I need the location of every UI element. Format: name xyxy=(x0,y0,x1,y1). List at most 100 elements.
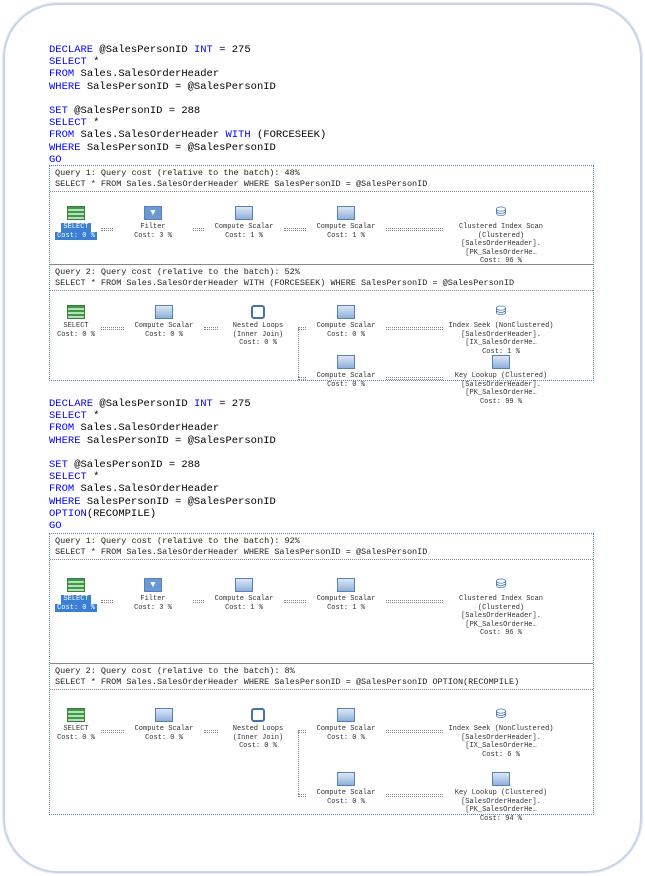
node-label: Compute Scalar xyxy=(316,223,376,231)
compute-scalar-icon xyxy=(337,355,355,369)
plan-node-compute-scalar[interactable]: Compute Scalar Cost: 0 % xyxy=(281,305,411,339)
code-line: DECLARE @SalesPersonID INT = 275 xyxy=(49,44,326,56)
plan-node-compute-scalar[interactable]: Compute Scalar Cost: 0 % xyxy=(281,708,411,742)
node-label: Compute Scalar xyxy=(316,789,376,797)
sql-keyword: GO xyxy=(49,519,62,532)
node-cost: Cost: 0 % xyxy=(327,380,365,389)
sql-text: * xyxy=(86,117,100,130)
compute-scalar-icon xyxy=(235,206,253,220)
nested-loops-icon xyxy=(251,305,265,319)
node-label: SELECT xyxy=(63,322,89,330)
query-plan-section: Query 1: Query cost (relative to the bat… xyxy=(50,534,593,664)
compute-scalar-icon xyxy=(337,206,355,220)
sql-text: @SalesPersonID xyxy=(93,398,194,410)
select-icon xyxy=(67,206,85,220)
node-cost: Cost: 3 % xyxy=(134,603,172,612)
node-cost: Cost: 1 % xyxy=(327,603,365,612)
node-label: Index Seek (NonClustered) xyxy=(448,725,554,733)
node-label: Compute Scalar xyxy=(316,725,376,733)
node-label: Compute Scalar xyxy=(134,322,194,330)
sql-keyword: DECLARE xyxy=(49,44,94,56)
key-lookup-icon xyxy=(492,772,510,786)
code-line: SELECT * xyxy=(49,117,326,129)
query-cost-title: Query 2: Query cost (relative to the bat… xyxy=(55,267,300,277)
plan-node-index-seek[interactable]: ⛁ Index Seek (NonClustered) [SalesOrderHea… xyxy=(436,708,566,759)
node-label: Clustered Index Scan (Clustered) xyxy=(458,223,543,240)
select-icon xyxy=(67,578,85,592)
code-line: FROM Sales.SalesOrderHeader xyxy=(49,68,326,80)
compute-scalar-icon xyxy=(235,578,253,592)
node-label: SELECT xyxy=(61,595,91,604)
sql-keyword: INT xyxy=(193,398,213,410)
plan-node-index-seek[interactable]: ⛁ Index Seek (NonClustered) [SalesOrderHea… xyxy=(436,305,566,356)
query-header: Query 2: Query cost (relative to the bat… xyxy=(50,664,593,690)
nested-loops-icon xyxy=(251,708,265,722)
node-label: [SalesOrderHeader].[PK_SalesOrderHe… xyxy=(461,612,541,629)
query-statement: SELECT * FROM Sales.SalesOrderHeader WHE… xyxy=(55,676,520,687)
code-line: FROM Sales.SalesOrderHeader xyxy=(49,422,276,434)
sql-keyword: SELECT xyxy=(49,410,87,423)
sql-keyword: OPTION xyxy=(49,507,87,520)
sql-keyword: WHERE xyxy=(49,434,81,447)
node-label: Compute Scalar xyxy=(214,223,274,231)
query-statement: SELECT * FROM Sales.SalesOrderHeader WHE… xyxy=(55,178,428,189)
code-line: DECLARE @SalesPersonID INT = 275 xyxy=(49,398,276,410)
index-seek-icon: ⛁ xyxy=(495,707,507,722)
sql-keyword: SELECT xyxy=(49,56,87,69)
code-line: WHERE SalesPersonID = @SalesPersonID xyxy=(49,142,326,154)
compute-scalar-icon xyxy=(155,305,173,319)
execution-plan-2: Query 1: Query cost (relative to the bat… xyxy=(49,533,594,823)
sql-keyword: GO xyxy=(49,153,62,166)
code-line: SET @SalesPersonID = 288 xyxy=(49,459,276,471)
query-cost-title: Query 2: Query cost (relative to the bat… xyxy=(55,666,295,676)
sql-text: Sales.SalesOrderHeader xyxy=(74,483,220,496)
compute-scalar-icon xyxy=(155,708,173,722)
query-cost-title: Query 1: Query cost (relative to the bat… xyxy=(55,168,300,178)
sql-keyword: SELECT xyxy=(49,117,87,130)
sql-text: Sales.SalesOrderHeader xyxy=(74,422,220,435)
node-cost: Cost: 0 % xyxy=(145,330,183,339)
node-label: (Inner Join) xyxy=(232,330,284,339)
filter-icon: ▼ xyxy=(144,206,162,220)
plan-node-compute-scalar[interactable]: Compute Scalar Cost: 0 % xyxy=(281,355,411,389)
sql-keyword: FROM xyxy=(49,422,75,435)
node-cost: Cost: 0 % xyxy=(327,733,365,742)
query-header: Query 1: Query cost (relative to the bat… xyxy=(50,534,593,560)
sql-code-block-1: DECLARE @SalesPersonID INT = 275 SELECT *… xyxy=(49,44,326,166)
node-cost: Cost: 6 % xyxy=(482,750,520,759)
query-plan-section: Query 2: Query cost (relative to the bat… xyxy=(50,265,593,406)
select-icon xyxy=(67,708,85,722)
sql-keyword: INT xyxy=(193,44,213,56)
sql-text: SalesPersonID = @SalesPersonID xyxy=(80,495,276,508)
plan-node-key-lookup[interactable]: Key Lookup (Clustered) [SalesOrderHeader]… xyxy=(436,355,566,406)
compute-scalar-icon xyxy=(337,578,355,592)
plan-node-compute-scalar[interactable]: Compute Scalar Cost: 1 % xyxy=(281,206,411,240)
node-label: Compute Scalar xyxy=(134,725,194,733)
query-cost-title: Query 1: Query cost (relative to the bat… xyxy=(55,536,300,546)
plan-node-compute-scalar[interactable]: Compute Scalar Cost: 1 % xyxy=(281,578,411,612)
sql-text: Sales.SalesOrderHeader xyxy=(74,129,226,142)
node-cost: Cost: 1 % xyxy=(225,603,263,612)
plan-node-clustered-index-scan[interactable]: ⛁ Clustered Index Scan (Clustered) [SalesO… xyxy=(436,206,566,266)
node-cost: Cost: 0 % xyxy=(239,339,277,347)
sql-text: (RECOMPILE) xyxy=(86,507,157,520)
node-label: SELECT xyxy=(61,223,91,232)
plan-node-compute-scalar[interactable]: Compute Scalar Cost: 0 % xyxy=(281,772,411,806)
compute-scalar-icon xyxy=(337,708,355,722)
sql-text: * xyxy=(86,410,100,423)
plan-node-clustered-index-scan[interactable]: ⛁ Clustered Index Scan (Clustered) [SalesO… xyxy=(436,578,566,638)
node-label: [SalesOrderHeader].[PK_SalesOrderHe… xyxy=(461,380,541,398)
query-plan-section: Query 1: Query cost (relative to the bat… xyxy=(50,166,593,265)
code-line: WHERE SalesPersonID = @SalesPersonID xyxy=(49,496,276,508)
node-cost: Cost: 99 % xyxy=(479,397,522,406)
node-cost: Cost: 0 % xyxy=(239,742,277,750)
sql-text: = 275 xyxy=(212,44,251,56)
plan-node-key-lookup[interactable]: Key Lookup (Clustered) [SalesOrderHeader]… xyxy=(436,772,566,823)
node-label: Index Seek (NonClustered) xyxy=(448,322,554,330)
node-label: Filter xyxy=(140,595,166,603)
node-cost: Cost: 0 % xyxy=(145,733,183,742)
code-line: SELECT * xyxy=(49,56,326,68)
node-cost: Cost: 1 % xyxy=(225,231,263,240)
node-label: Key Lookup (Clustered) xyxy=(454,789,548,797)
